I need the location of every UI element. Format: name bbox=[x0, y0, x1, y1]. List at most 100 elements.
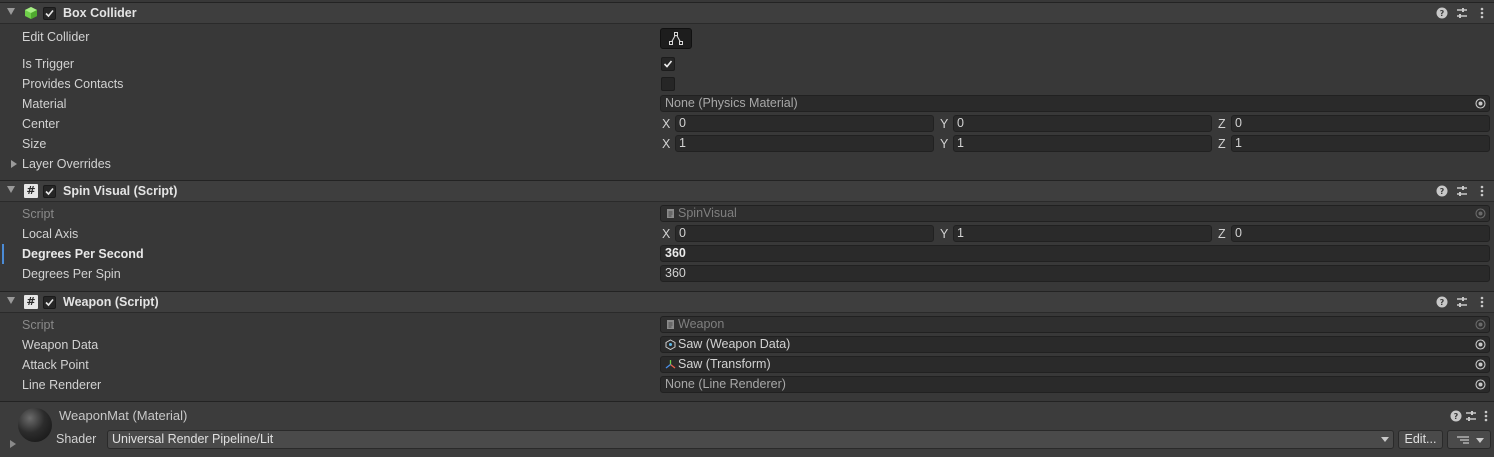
spin-visual-header[interactable]: # Spin Visual (Script) ? bbox=[0, 180, 1494, 202]
center-z-field[interactable]: 0 bbox=[1231, 115, 1490, 132]
line-renderer-field[interactable]: None (Line Renderer) bbox=[660, 376, 1490, 393]
local-axis-z-field[interactable]: 0 bbox=[1231, 225, 1490, 242]
size-row: Size X 1 Y 1 Z 1 bbox=[0, 134, 1494, 154]
script-hash-icon: # bbox=[24, 295, 38, 309]
shader-options-dropdown[interactable] bbox=[1447, 430, 1491, 449]
center-y-field[interactable]: 0 bbox=[953, 115, 1212, 132]
enable-checkbox[interactable] bbox=[43, 296, 56, 309]
box-collider-icon bbox=[25, 7, 37, 19]
edit-collider-icon bbox=[669, 32, 683, 45]
settings-icon[interactable] bbox=[1455, 295, 1469, 309]
material-preview-sphere bbox=[18, 408, 52, 442]
layer-overrides-row[interactable]: Layer Overrides bbox=[0, 154, 1494, 174]
svg-text:?: ? bbox=[1440, 187, 1445, 196]
chevron-down-icon bbox=[1381, 437, 1389, 442]
svg-text:?: ? bbox=[1440, 9, 1445, 18]
center-label: Center bbox=[22, 117, 60, 131]
more-icon[interactable] bbox=[1475, 184, 1489, 198]
shader-edit-button[interactable]: Edit... bbox=[1398, 430, 1443, 449]
script-value: SpinVisual bbox=[678, 206, 737, 220]
degrees-per-spin-field[interactable]: 360 bbox=[660, 265, 1490, 282]
script-field: SpinVisual bbox=[660, 205, 1490, 222]
object-picker-icon[interactable] bbox=[1475, 379, 1486, 390]
size-y-field[interactable]: 1 bbox=[953, 135, 1212, 152]
z-label: Z bbox=[1218, 117, 1226, 131]
weapon-data-value: Saw (Weapon Data) bbox=[678, 337, 791, 351]
z-label: Z bbox=[1218, 227, 1226, 241]
degrees-per-spin-row: Degrees Per Spin 360 bbox=[0, 264, 1494, 284]
degrees-per-second-field[interactable]: 360 bbox=[660, 245, 1490, 262]
weapon-script-row: Script Weapon bbox=[0, 315, 1494, 335]
settings-icon[interactable] bbox=[1455, 6, 1469, 20]
size-label: Size bbox=[22, 137, 47, 151]
scriptable-object-icon bbox=[665, 339, 676, 350]
help-icon[interactable]: ? bbox=[1449, 409, 1463, 423]
help-icon[interactable]: ? bbox=[1435, 184, 1449, 198]
object-picker-icon[interactable] bbox=[1475, 98, 1486, 109]
object-picker-icon bbox=[1475, 319, 1486, 330]
list-icon bbox=[1457, 436, 1469, 444]
line-renderer-label: Line Renderer bbox=[22, 378, 102, 392]
line-renderer-value: None (Line Renderer) bbox=[665, 377, 786, 391]
component-title: Box Collider bbox=[63, 6, 137, 20]
enable-checkbox[interactable] bbox=[43, 185, 56, 198]
attack-point-value: Saw (Transform) bbox=[678, 357, 771, 371]
check-icon bbox=[45, 187, 54, 196]
more-icon[interactable] bbox=[1475, 6, 1489, 20]
fold-arrow-icon[interactable] bbox=[7, 297, 15, 304]
shader-label: Shader bbox=[56, 432, 97, 446]
modified-marker bbox=[2, 244, 4, 264]
edit-collider-row: Edit Collider bbox=[0, 27, 1494, 47]
y-label: Y bbox=[940, 137, 949, 151]
more-icon[interactable] bbox=[1479, 409, 1493, 423]
attack-point-field[interactable]: Saw (Transform) bbox=[660, 356, 1490, 373]
size-z-field[interactable]: 1 bbox=[1231, 135, 1490, 152]
object-picker-icon bbox=[1475, 208, 1486, 219]
local-axis-y-field[interactable]: 1 bbox=[953, 225, 1212, 242]
box-collider-header[interactable]: Box Collider ? bbox=[0, 2, 1494, 24]
help-icon[interactable]: ? bbox=[1435, 6, 1449, 20]
center-x-field[interactable]: 0 bbox=[675, 115, 934, 132]
fold-arrow-icon[interactable] bbox=[7, 186, 15, 193]
component-title: Weapon (Script) bbox=[63, 295, 159, 309]
more-icon[interactable] bbox=[1475, 295, 1489, 309]
script-label: Script bbox=[22, 318, 54, 332]
chevron-down-icon bbox=[1476, 438, 1484, 443]
degrees-per-second-label: Degrees Per Second bbox=[22, 247, 144, 261]
foldout-arrow-icon[interactable] bbox=[11, 160, 17, 168]
object-picker-icon[interactable] bbox=[1475, 359, 1486, 370]
is-trigger-checkbox[interactable] bbox=[661, 57, 675, 71]
shader-value: Universal Render Pipeline/Lit bbox=[112, 432, 274, 446]
help-icon[interactable]: ? bbox=[1435, 295, 1449, 309]
check-icon bbox=[663, 60, 673, 68]
edit-collider-button[interactable] bbox=[660, 28, 692, 49]
y-label: Y bbox=[940, 117, 949, 131]
weapon-data-field[interactable]: Saw (Weapon Data) bbox=[660, 336, 1490, 353]
fold-arrow-icon[interactable] bbox=[7, 8, 15, 15]
component-title: Spin Visual (Script) bbox=[63, 184, 178, 198]
material-field[interactable]: None (Physics Material) bbox=[660, 95, 1490, 112]
provides-contacts-checkbox[interactable] bbox=[661, 77, 675, 91]
local-axis-x-field[interactable]: 0 bbox=[675, 225, 934, 242]
line-renderer-row: Line Renderer None (Line Renderer) bbox=[0, 375, 1494, 395]
provides-contacts-label: Provides Contacts bbox=[22, 77, 124, 91]
script-hash-icon: # bbox=[24, 184, 38, 198]
is-trigger-row: Is Trigger bbox=[0, 54, 1494, 74]
shader-dropdown[interactable]: Universal Render Pipeline/Lit bbox=[107, 430, 1394, 449]
check-icon bbox=[45, 298, 54, 307]
center-row: Center X 0 Y 0 Z 0 bbox=[0, 114, 1494, 134]
layer-overrides-label: Layer Overrides bbox=[22, 157, 111, 171]
transform-icon bbox=[665, 360, 676, 369]
size-x-field[interactable]: 1 bbox=[675, 135, 934, 152]
object-picker-icon[interactable] bbox=[1475, 339, 1486, 350]
weapon-header[interactable]: # Weapon (Script) ? bbox=[0, 291, 1494, 313]
script-label: Script bbox=[22, 207, 54, 221]
foldout-arrow-icon[interactable] bbox=[10, 440, 16, 448]
enable-checkbox[interactable] bbox=[43, 7, 56, 20]
weapon-data-row: Weapon Data Saw (Weapon Data) bbox=[0, 335, 1494, 355]
material-section: WeaponMat (Material) ? Shader Universal … bbox=[0, 401, 1494, 457]
settings-icon[interactable] bbox=[1464, 409, 1478, 423]
settings-icon[interactable] bbox=[1455, 184, 1469, 198]
y-label: Y bbox=[940, 227, 949, 241]
edit-collider-label: Edit Collider bbox=[22, 30, 90, 44]
